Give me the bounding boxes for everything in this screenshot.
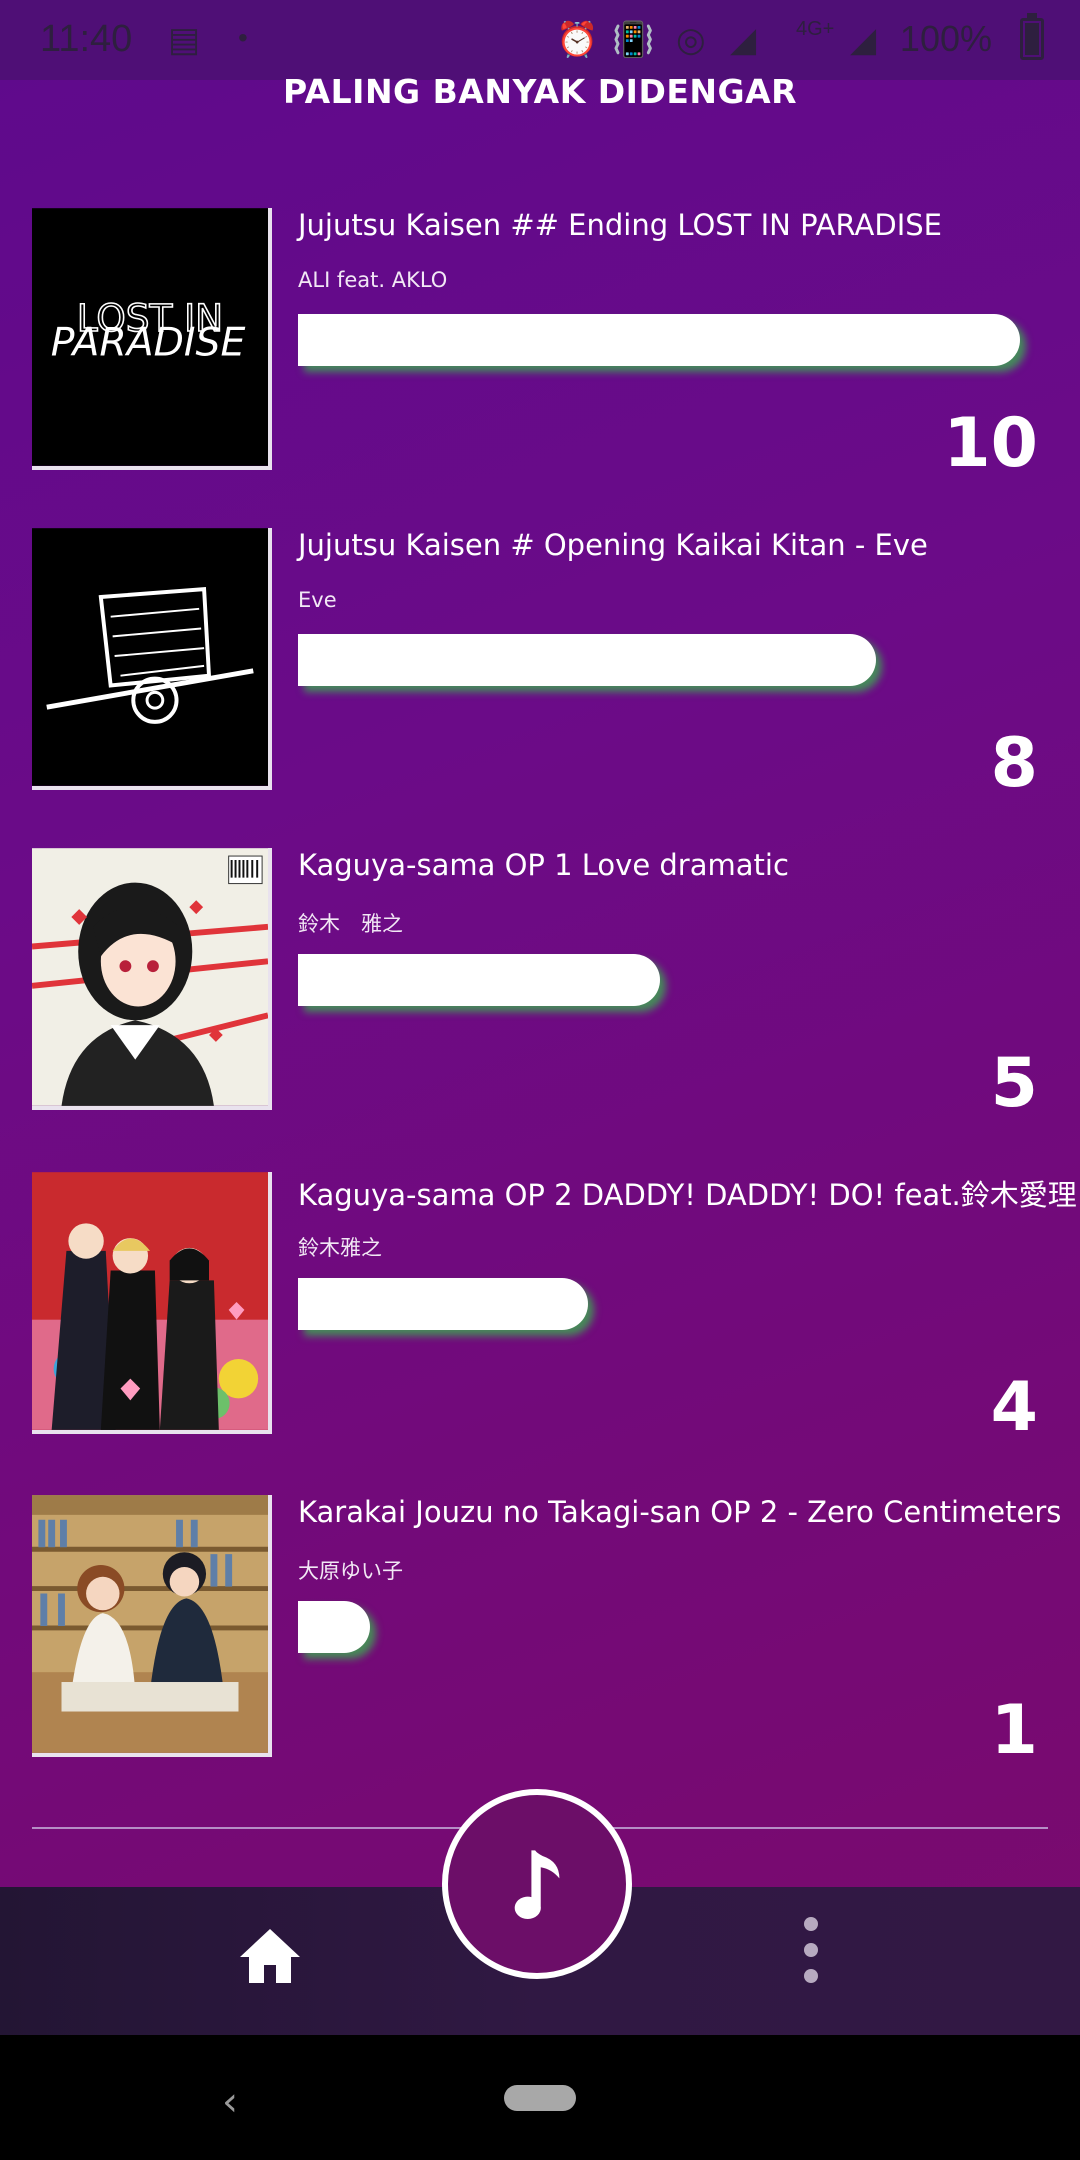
play-count: 1 <box>990 1691 1038 1770</box>
song-title: Jujutsu Kaisen # Opening Kaikai Kitan - … <box>298 528 928 562</box>
song-title: Jujutsu Kaisen ## Ending LOST IN PARADIS… <box>298 208 942 242</box>
status-bar: 11:40 ▤ • ⏰ 📳 ◎ ◢ 4G+ ◢ 100% <box>0 0 1080 80</box>
play-count-bar <box>298 634 876 686</box>
play-count: 8 <box>990 724 1038 803</box>
home-icon <box>240 1929 300 1983</box>
notification-icon: ▤ <box>168 21 201 59</box>
more-vert-icon-dot <box>804 1969 818 1983</box>
song-title: Karakai Jouzu no Takagi-san OP 2 - Zero … <box>298 1495 1062 1529</box>
play-count-bar <box>298 1601 370 1653</box>
album-cover: LOST IN PARADISE <box>32 208 272 470</box>
back-icon[interactable]: ‹ <box>222 2079 238 2125</box>
system-navigation-bar: ‹ <box>0 2035 1080 2160</box>
song-item[interactable]: Kaguya-sama OP 1 Love dramatic 鈴木 雅之 5 <box>32 848 1052 1128</box>
vibrate-icon: 📳 <box>612 21 655 59</box>
song-title: Kaguya-sama OP 1 Love dramatic <box>298 848 789 882</box>
play-count-bar <box>298 314 1020 366</box>
status-time: 11:40 <box>40 18 133 60</box>
network-type: 4G+ <box>796 18 835 40</box>
cover-zero-centimeters <box>32 1495 268 1753</box>
cover-love-dramatic <box>32 848 268 1106</box>
page-title: PALING BANYAK DIDENGAR <box>282 72 798 111</box>
play-count-bar <box>298 1278 588 1330</box>
song-artist: Eve <box>298 588 337 612</box>
more-vert-icon-dot <box>804 1943 818 1957</box>
song-item[interactable]: Karakai Jouzu no Takagi-san OP 2 - Zero … <box>32 1495 1061 1775</box>
album-cover <box>32 1172 272 1434</box>
home-button[interactable] <box>238 1925 302 1985</box>
song-artist: 鈴木雅之 <box>298 1236 382 1260</box>
play-count: 10 <box>943 404 1038 483</box>
signal-icon: ◢ <box>730 21 757 59</box>
more-options-button[interactable] <box>796 1917 826 1987</box>
album-cover <box>32 528 272 790</box>
cover-lost-in-paradise: LOST IN PARADISE <box>32 208 268 466</box>
play-count-bar <box>298 954 660 1006</box>
battery-icon <box>1020 13 1044 60</box>
alarm-icon: ⏰ <box>556 21 599 59</box>
cover-kaikai-kitan <box>32 528 268 786</box>
album-cover <box>32 1495 272 1757</box>
song-artist: 鈴木 雅之 <box>298 912 403 936</box>
battery-percent: 100% <box>899 18 992 59</box>
more-vert-icon <box>804 1917 818 1931</box>
album-cover <box>32 848 272 1110</box>
song-item[interactable]: LOST IN PARADISE Jujutsu Kaisen ## Endin… <box>32 208 1052 488</box>
play-count: 5 <box>990 1044 1038 1123</box>
home-pill[interactable] <box>504 2085 576 2111</box>
song-artist: 大原ゆい子 <box>298 1559 403 1583</box>
song-artist: ALI feat. AKLO <box>298 268 448 292</box>
song-title: Kaguya-sama OP 2 DADDY! DADDY! DO! feat.… <box>298 1178 1077 1212</box>
song-item[interactable]: Jujutsu Kaisen # Opening Kaikai Kitan - … <box>32 528 1052 808</box>
dot-icon: • <box>238 22 248 53</box>
cover-text-line2: PARADISE <box>51 320 246 366</box>
music-player-button[interactable] <box>442 1789 632 1979</box>
music-note-icon <box>514 1850 560 1920</box>
signal-icon-2: ◢ <box>850 21 877 59</box>
cover-daddy-daddy-do <box>32 1172 268 1430</box>
play-count: 4 <box>990 1368 1038 1447</box>
song-item[interactable]: Kaguya-sama OP 2 DADDY! DADDY! DO! feat.… <box>32 1172 1077 1452</box>
hotspot-icon: ◎ <box>676 21 706 59</box>
